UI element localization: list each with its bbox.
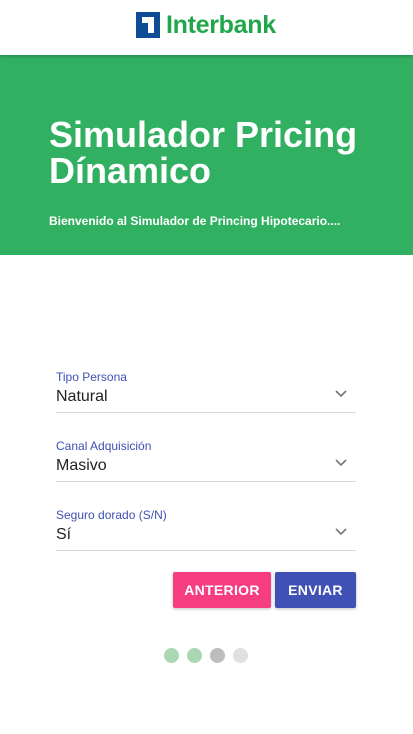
anterior-button[interactable]: ANTERIOR bbox=[173, 572, 271, 608]
field-value: Masivo bbox=[56, 457, 107, 474]
step-dot-completed bbox=[164, 648, 179, 663]
page-subtitle: Bienvenido al Simulador de Princing Hipo… bbox=[49, 214, 341, 228]
tipo-persona-select[interactable]: Tipo Persona Natural bbox=[56, 370, 356, 413]
brand-name: Interbank bbox=[166, 11, 276, 39]
chevron-down-icon[interactable] bbox=[335, 390, 347, 398]
seguro-dorado-select[interactable]: Seguro dorado (S/N) Sí bbox=[56, 508, 356, 551]
field-value: Natural bbox=[56, 388, 108, 405]
step-dot-completed bbox=[187, 648, 202, 663]
field-label: Seguro dorado (S/N) bbox=[56, 508, 167, 522]
brand-logo[interactable]: Interbank bbox=[136, 11, 276, 39]
canal-adquisicion-select[interactable]: Canal Adquisición Masivo bbox=[56, 439, 356, 482]
field-label: Canal Adquisición bbox=[56, 439, 152, 453]
enviar-button[interactable]: ENVIAR bbox=[275, 572, 356, 608]
app-header: Interbank bbox=[0, 0, 413, 55]
step-dot-current bbox=[210, 648, 225, 663]
step-dot-pending bbox=[233, 648, 248, 663]
field-value: Sí bbox=[56, 526, 72, 543]
chevron-down-icon[interactable] bbox=[335, 528, 347, 536]
interbank-logo-icon bbox=[136, 12, 160, 38]
field-label: Tipo Persona bbox=[56, 370, 127, 384]
step-indicator bbox=[164, 648, 248, 663]
page-title: Simulador Pricing Dínamico bbox=[49, 114, 358, 191]
hero-banner: Simulador Pricing Dínamico Bienvenido al… bbox=[0, 55, 413, 255]
chevron-down-icon[interactable] bbox=[335, 459, 347, 467]
